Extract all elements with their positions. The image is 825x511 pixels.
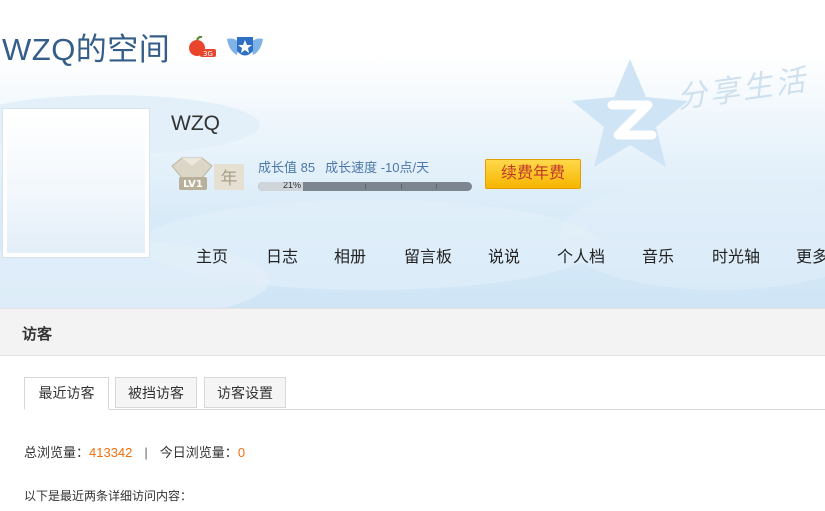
nav-item-blog[interactable]: 日志 bbox=[266, 243, 298, 267]
total-views-value: 413342 bbox=[89, 445, 133, 460]
nav-item-guestbook[interactable]: 留言板 bbox=[404, 243, 452, 267]
nav-item-moments[interactable]: 说说 bbox=[488, 243, 520, 267]
apple-3g-icon[interactable]: 3G bbox=[187, 36, 217, 58]
growth-speed[interactable]: 成长速度 -10点/天 bbox=[325, 160, 429, 175]
avatar[interactable] bbox=[2, 108, 150, 258]
progress-tick bbox=[365, 184, 366, 189]
title-badges: 3G bbox=[187, 33, 265, 61]
growth-info: 成长值 85 成长速度 -10点/天 bbox=[258, 157, 439, 176]
recent-visits-description: 以下是最近两条详细访问内容： bbox=[24, 489, 193, 503]
nav-item-home[interactable]: 主页 bbox=[196, 243, 228, 267]
renew-annual-fee-button[interactable]: 续费年费 bbox=[485, 159, 581, 189]
visitors-panel: 访客 最近访客 被挡访客 访客设置 总浏览量：413342 | 今日浏览量：0 以下… bbox=[0, 308, 825, 511]
stats-separator: | bbox=[144, 445, 148, 460]
tab-recent-visitors[interactable]: 最近访客 bbox=[24, 377, 109, 410]
view-stats: 总浏览量：413342 | 今日浏览量：0 bbox=[24, 442, 245, 461]
visitor-tabs: 最近访客 被挡访客 访客设置 bbox=[24, 377, 825, 410]
avatar-image bbox=[7, 113, 145, 253]
nav-item-more[interactable]: 更多 bbox=[796, 243, 825, 267]
tab-blocked-visitors[interactable]: 被挡访客 bbox=[115, 377, 197, 408]
level-badge-icon[interactable]: LV1 年 bbox=[170, 156, 246, 194]
today-views-label: 今日浏览量： bbox=[159, 445, 238, 460]
today-views-value: 0 bbox=[237, 445, 246, 460]
growth-value[interactable]: 成长值 85 bbox=[258, 160, 315, 175]
cloud-decoration bbox=[560, 180, 825, 290]
nav-item-profile[interactable]: 个人档 bbox=[557, 243, 605, 267]
progress-tick bbox=[401, 184, 402, 189]
level-year-label: 年 bbox=[221, 169, 238, 189]
panel-header: 访客 bbox=[0, 309, 825, 356]
winged-vip-star-icon[interactable] bbox=[225, 33, 265, 61]
total-views-label: 总浏览量： bbox=[24, 445, 90, 460]
progress-tick bbox=[436, 184, 437, 189]
username: WZQ bbox=[171, 112, 220, 135]
growth-progress-bar: 21% bbox=[258, 182, 472, 191]
nav-item-album[interactable]: 相册 bbox=[334, 243, 366, 267]
nav-item-timeline[interactable]: 时光轴 bbox=[712, 243, 760, 267]
tab-visitor-settings[interactable]: 访客设置 bbox=[204, 377, 286, 408]
page-title: WZQ的空间 bbox=[2, 32, 171, 67]
nav-item-music[interactable]: 音乐 bbox=[642, 243, 674, 267]
progress-label: 21% bbox=[282, 182, 301, 190]
level-badge-label: LV1 bbox=[183, 179, 203, 190]
svg-text:3G: 3G bbox=[203, 50, 213, 58]
panel-title: 访客 bbox=[22, 326, 53, 343]
